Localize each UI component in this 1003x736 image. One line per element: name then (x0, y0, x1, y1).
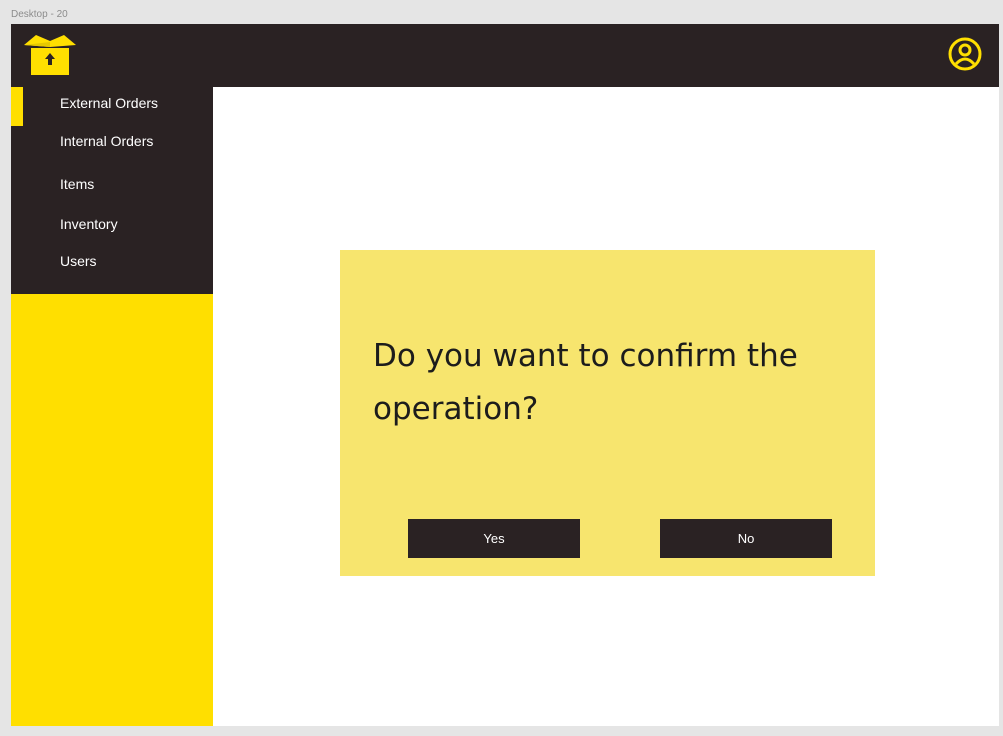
sidebar-item-external-orders[interactable]: External Orders (60, 95, 158, 111)
app-frame: External Orders Internal Orders Items In… (11, 24, 999, 726)
dialog-message: Do you want to confirm the operation? (373, 338, 798, 427)
sidebar-nav: External Orders Internal Orders Items In… (11, 87, 213, 294)
user-circle-icon[interactable] (947, 36, 983, 72)
top-bar (11, 24, 999, 87)
sidebar: External Orders Internal Orders Items In… (11, 87, 213, 726)
no-button[interactable]: No (660, 519, 832, 558)
sidebar-item-items[interactable]: Items (60, 176, 94, 192)
yes-button[interactable]: Yes (408, 519, 580, 558)
box-logo-icon (24, 35, 76, 75)
sidebar-item-users[interactable]: Users (60, 253, 97, 269)
sidebar-item-inventory[interactable]: Inventory (60, 216, 118, 232)
frame-label: Desktop - 20 (11, 9, 68, 20)
active-indicator (11, 87, 23, 126)
sidebar-item-internal-orders[interactable]: Internal Orders (60, 133, 153, 149)
confirm-dialog: Do you want to confirm the operation? Ye… (340, 250, 875, 576)
